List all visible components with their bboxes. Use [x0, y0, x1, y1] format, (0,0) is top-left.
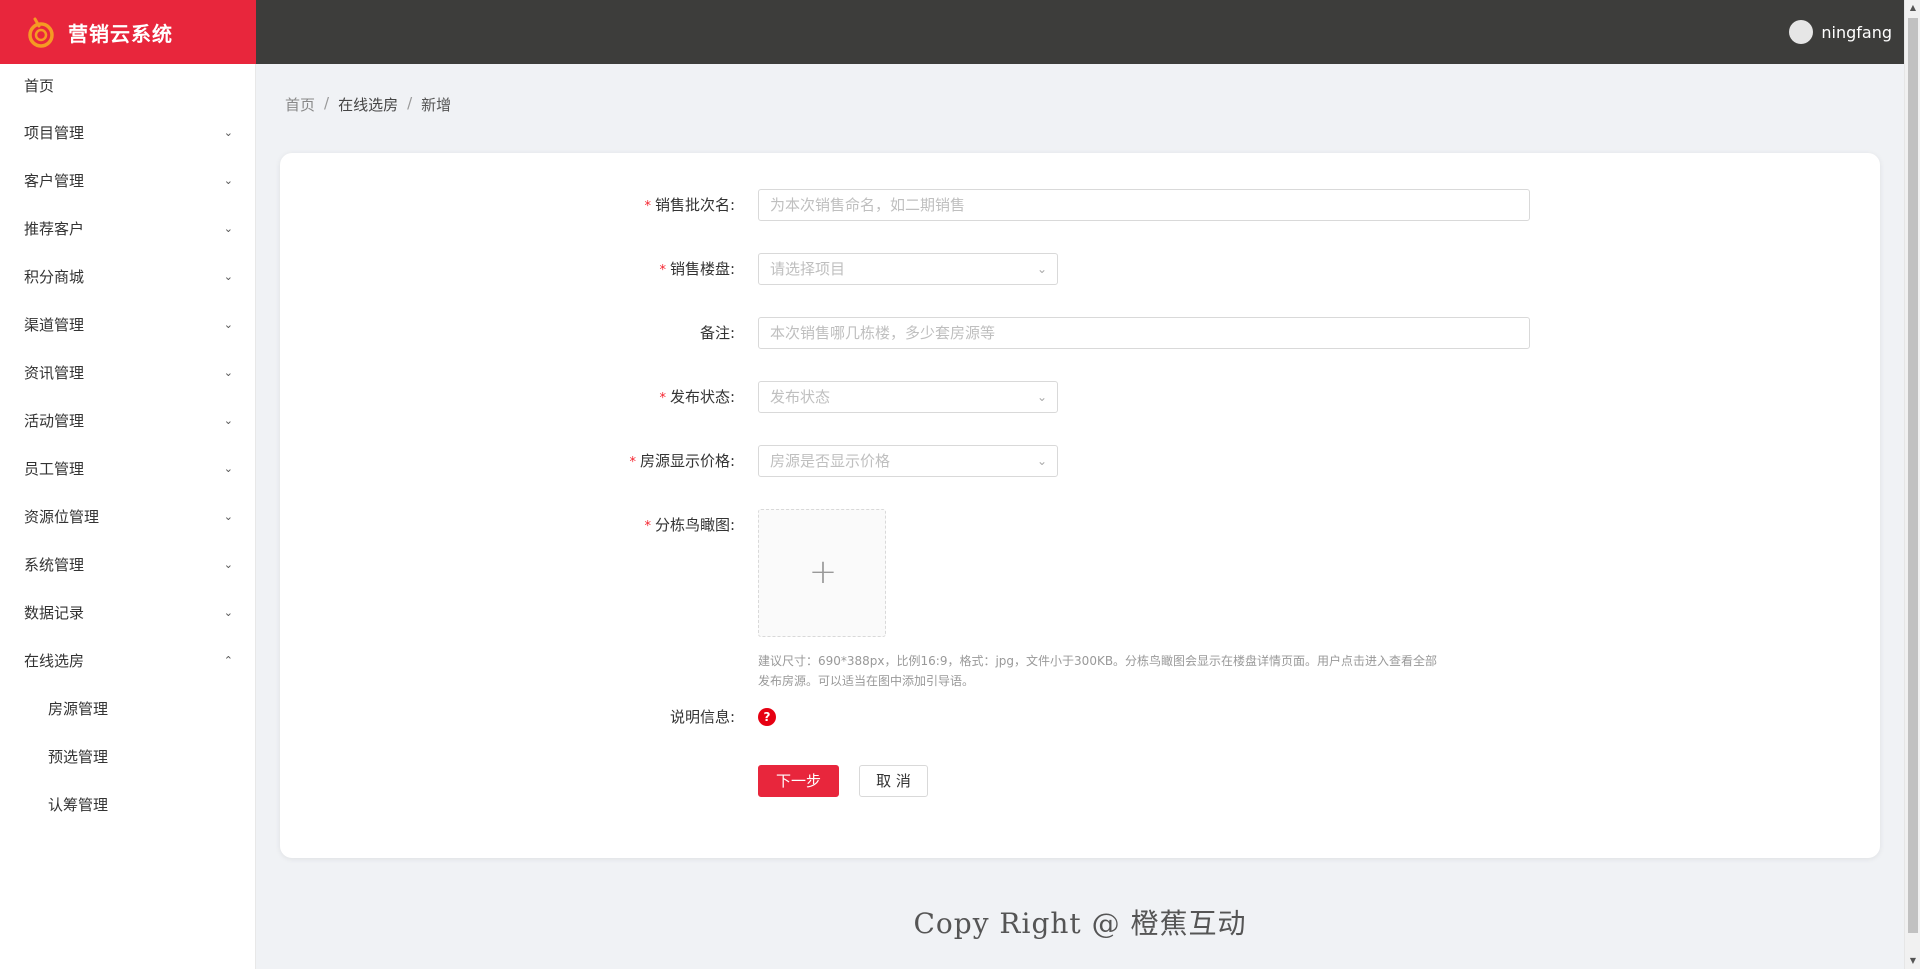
user-menu[interactable]: ningfang — [1789, 0, 1892, 64]
sidebar-item-label: 数据记录 — [24, 604, 85, 622]
sidebar-item-staff[interactable]: 员工管理 ⌄ — [0, 445, 255, 493]
description-label: 说明信息: — [669, 708, 735, 726]
sidebar-item-news[interactable]: 资讯管理 ⌄ — [0, 349, 255, 397]
sidebar-item-points-mall[interactable]: 积分商城 ⌄ — [0, 253, 255, 301]
project-select-placeholder: 请选择项目 — [770, 260, 846, 278]
chevron-down-icon: ⌄ — [223, 270, 233, 283]
sidebar-item-label: 系统管理 — [24, 556, 85, 574]
sidebar-item-label: 渠道管理 — [24, 316, 85, 334]
breadcrumb-current: 新增 — [421, 96, 452, 114]
brand-logo-icon — [26, 17, 56, 48]
chevron-down-icon: ⌄ — [1036, 454, 1047, 468]
remark-label: 备注: — [699, 324, 735, 342]
sidebar-item-projects[interactable]: 项目管理 ⌄ — [0, 109, 255, 157]
publish-status-placeholder: 发布状态 — [770, 388, 831, 406]
sidebar-item-referrals[interactable]: 推荐客户 ⌄ — [0, 205, 255, 253]
remark-input[interactable]: 本次销售哪几栋楼，多少套房源等 — [758, 317, 1530, 349]
sidebar: 首页 项目管理 ⌄ 客户管理 ⌄ 推荐客户 ⌄ 积分商城 ⌄ 渠道管理 ⌄ 资讯… — [0, 64, 256, 969]
project-select[interactable]: 请选择项目 ⌄ — [758, 253, 1058, 285]
sidebar-item-label: 积分商城 — [24, 268, 85, 286]
username[interactable]: ningfang — [1821, 23, 1892, 42]
chevron-down-icon: ⌄ — [223, 558, 233, 571]
required-mark: * — [644, 199, 651, 214]
app-title: 营销云系统 — [68, 21, 173, 46]
sidebar-item-channels[interactable]: 渠道管理 ⌄ — [0, 301, 255, 349]
sidebar-item-label: 资源位管理 — [24, 508, 100, 526]
chevron-down-icon: ⌄ — [223, 222, 233, 235]
chevron-up-icon: ⌃ — [223, 654, 233, 667]
page-scrollbar[interactable]: ▲ ▼ — [1904, 0, 1920, 969]
batch-name-label: * 销售批次名: — [644, 196, 735, 214]
chevron-down-icon: ⌄ — [223, 126, 233, 139]
publish-status-select[interactable]: 发布状态 ⌄ — [758, 381, 1058, 413]
sidebar-item-label: 活动管理 — [24, 412, 85, 430]
publish-status-label: * 发布状态: — [659, 388, 735, 406]
sidebar-item-label: 客户管理 — [24, 172, 85, 190]
plus-icon: + — [808, 552, 838, 592]
sidebar-item-data-records[interactable]: 数据记录 ⌄ — [0, 589, 255, 637]
sidebar-item-system[interactable]: 系统管理 ⌄ — [0, 541, 255, 589]
required-mark: * — [629, 455, 636, 470]
sidebar-item-home[interactable]: 首页 — [0, 64, 255, 109]
chevron-down-icon: ⌄ — [223, 462, 233, 475]
sidebar-subitem-listings[interactable]: 房源管理 — [0, 685, 255, 733]
scroll-down-arrow-icon[interactable]: ▼ — [1905, 953, 1920, 969]
required-mark: * — [659, 263, 666, 278]
project-label: * 销售楼盘: — [659, 260, 735, 278]
scroll-thumb[interactable] — [1908, 18, 1918, 933]
batch-name-input[interactable]: 为本次销售命名，如二期销售 — [758, 189, 1530, 221]
chevron-down-icon: ⌄ — [223, 414, 233, 427]
chevron-down-icon: ⌄ — [1036, 390, 1047, 404]
scroll-up-arrow-icon[interactable]: ▲ — [1905, 0, 1920, 16]
next-step-button[interactable]: 下一步 — [758, 765, 839, 797]
chevron-down-icon: ⌄ — [1036, 262, 1047, 276]
upload-hint: 建议尺寸：690*388px，比例16:9，格式：jpg，文件小于300KB。分… — [758, 651, 1538, 691]
sidebar-item-label: 资讯管理 — [24, 364, 85, 382]
sidebar-item-resource-slots[interactable]: 资源位管理 ⌄ — [0, 493, 255, 541]
chevron-down-icon: ⌄ — [223, 606, 233, 619]
sidebar-item-label: 在线选房 — [24, 652, 85, 670]
chevron-down-icon: ⌄ — [223, 318, 233, 331]
footer-copyright: Copy Right @ 橙蕉互动 — [913, 907, 1247, 940]
sidebar-item-label: 房源管理 — [48, 700, 109, 718]
aerial-image-upload[interactable]: + — [758, 509, 886, 637]
breadcrumb: 首页 / 在线选房 / 新增 — [285, 94, 451, 115]
top-header: 营销云系统 ningfang — [0, 0, 1904, 64]
sidebar-item-online-selection[interactable]: 在线选房 ⌃ — [0, 637, 255, 685]
aerial-image-label: * 分栋鸟瞰图: — [644, 516, 735, 534]
breadcrumb-home[interactable]: 首页 — [285, 94, 315, 115]
chevron-down-icon: ⌄ — [223, 510, 233, 523]
show-price-label: * 房源显示价格: — [629, 452, 735, 470]
required-mark: * — [659, 391, 666, 406]
sidebar-subitem-preselection[interactable]: 预选管理 — [0, 733, 255, 781]
required-mark: * — [644, 519, 651, 534]
sidebar-subitem-subscriptions[interactable]: 认筹管理 — [0, 781, 255, 829]
sidebar-item-label: 首页 — [24, 77, 55, 95]
breadcrumb-online-selection[interactable]: 在线选房 — [338, 94, 398, 115]
avatar[interactable] — [1789, 20, 1814, 44]
form-card: * 销售批次名: 为本次销售命名，如二期销售 * 销售楼盘: 请选择项目 ⌄ 备注:… — [280, 153, 1880, 858]
sidebar-item-label: 预选管理 — [48, 748, 109, 766]
upload-hint-line: 建议尺寸：690*388px，比例16:9，格式：jpg，文件小于300KB。分… — [758, 654, 1438, 668]
breadcrumb-separator: / — [324, 94, 330, 112]
upload-hint-line: 发布房源。可以适当在图中添加引导语。 — [758, 674, 975, 688]
cancel-button[interactable]: 取 消 — [859, 765, 928, 797]
show-price-select[interactable]: 房源是否显示价格 ⌄ — [758, 445, 1058, 477]
chevron-down-icon: ⌄ — [223, 366, 233, 379]
sidebar-item-label: 认筹管理 — [48, 796, 109, 814]
logo-area[interactable]: 营销云系统 — [0, 0, 256, 64]
question-icon[interactable]: ? — [758, 708, 776, 726]
breadcrumb-separator: / — [407, 94, 413, 112]
show-price-placeholder: 房源是否显示价格 — [770, 452, 891, 470]
sidebar-item-label: 员工管理 — [24, 460, 85, 478]
sidebar-item-label: 项目管理 — [24, 124, 85, 142]
online-selection-submenu: 房源管理 预选管理 认筹管理 — [0, 685, 255, 829]
sidebar-item-activities[interactable]: 活动管理 ⌄ — [0, 397, 255, 445]
chevron-down-icon: ⌄ — [223, 174, 233, 187]
sidebar-item-customers[interactable]: 客户管理 ⌄ — [0, 157, 255, 205]
sidebar-item-label: 推荐客户 — [24, 220, 85, 238]
